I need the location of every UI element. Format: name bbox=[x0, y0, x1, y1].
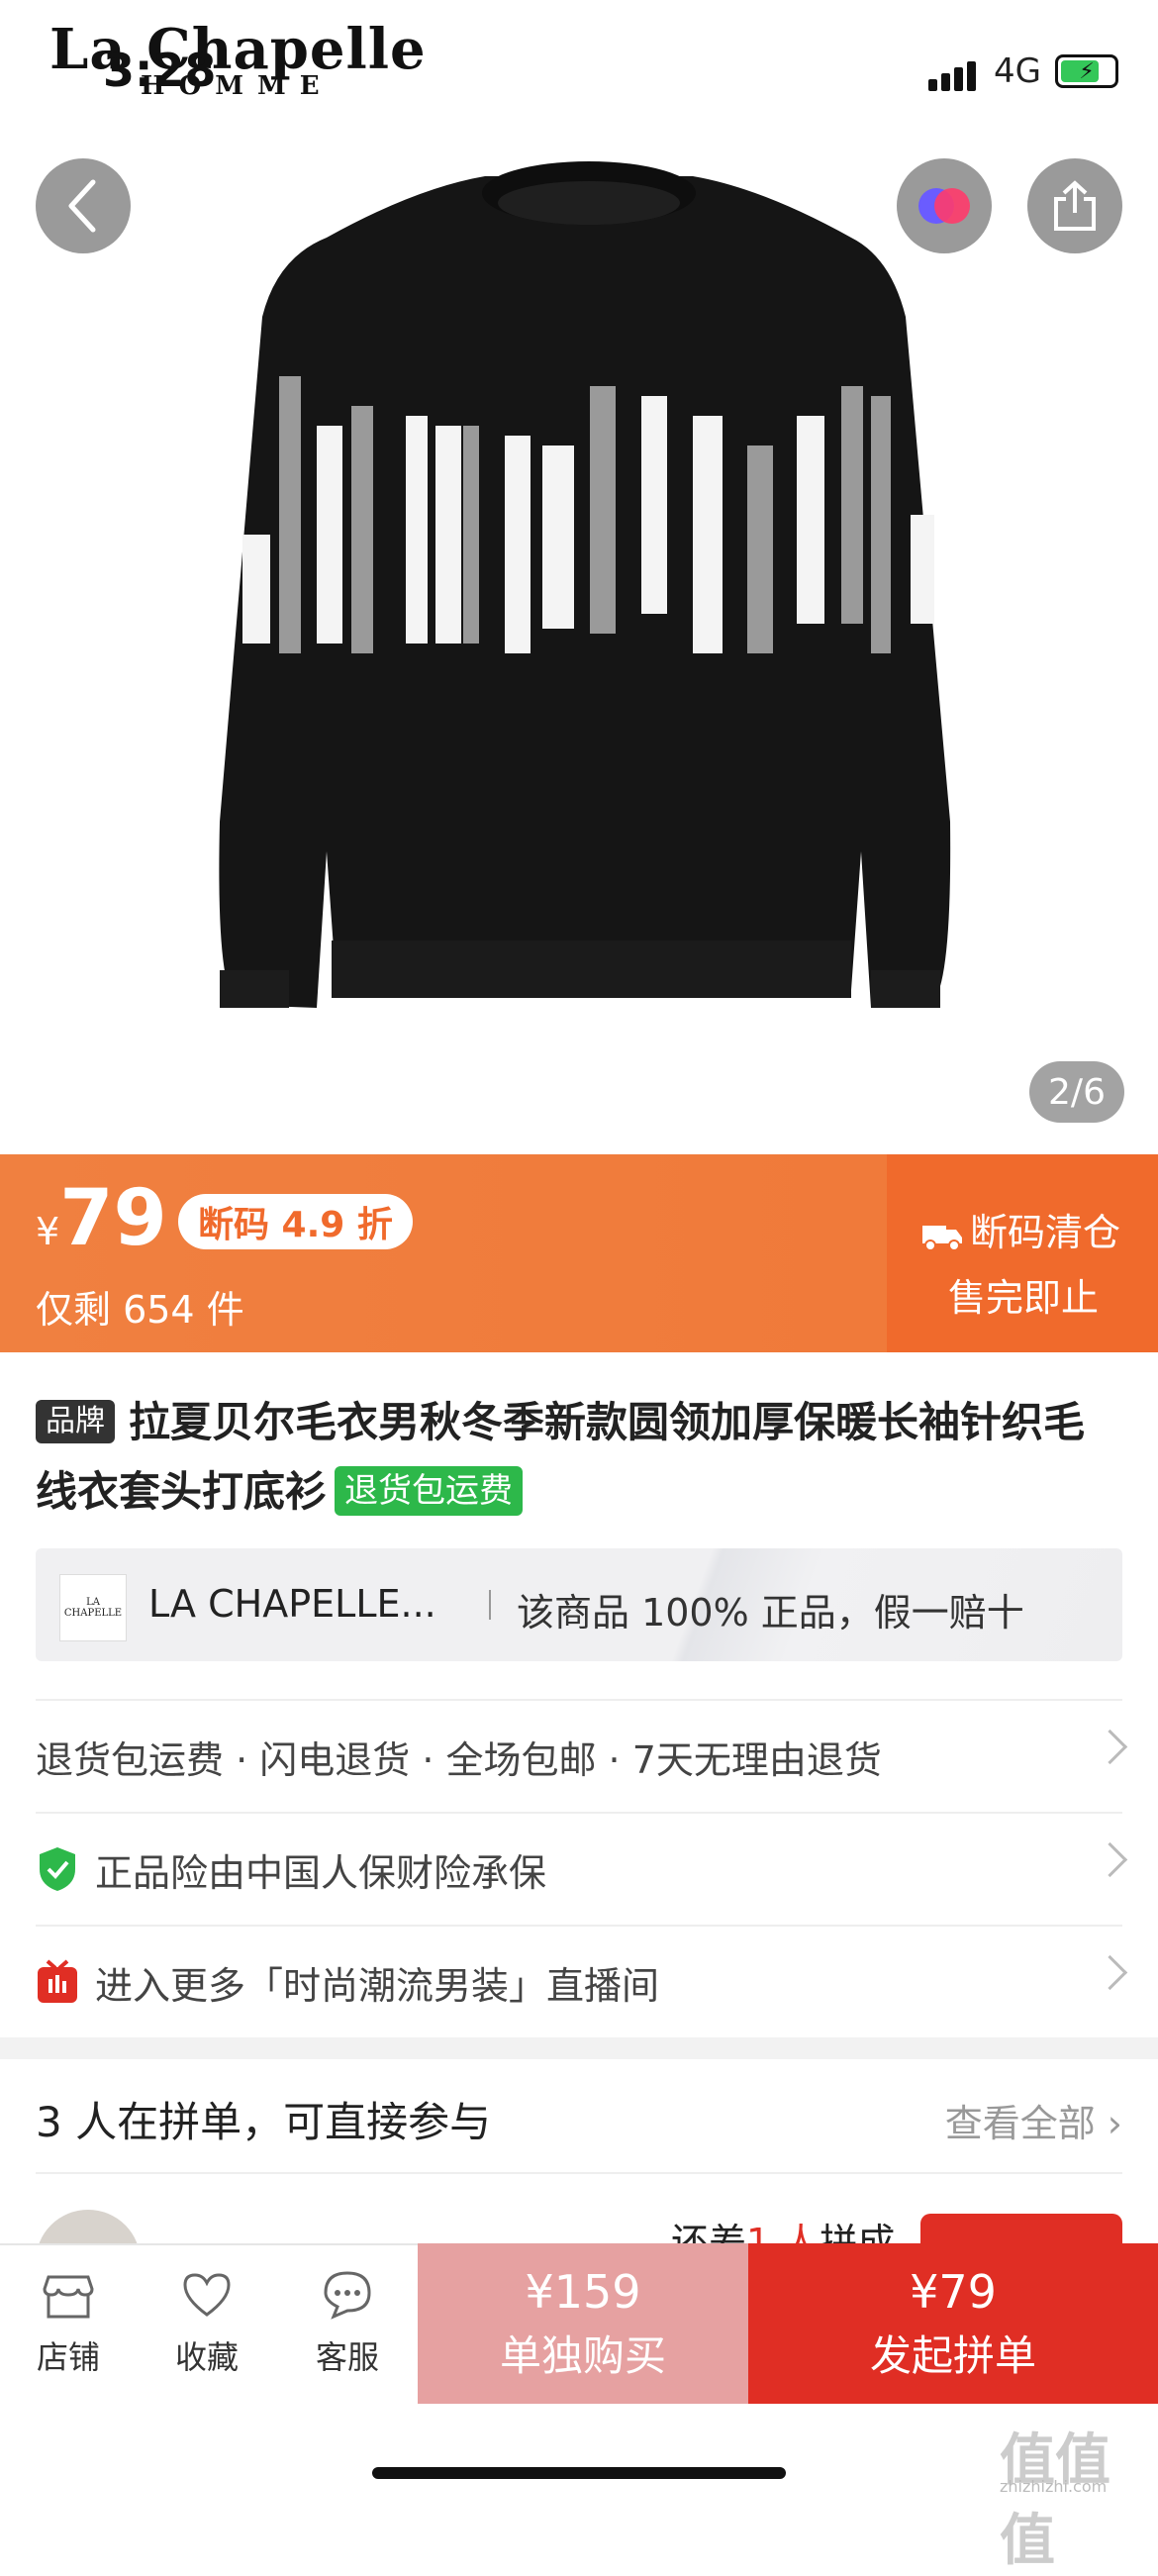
watermark-url: zhizhizhi.com bbox=[1000, 2477, 1108, 2496]
product-image bbox=[219, 161, 951, 1008]
signal-icon bbox=[928, 51, 980, 91]
services-row[interactable]: 退货包运费 · 闪电退货 · 全场包邮 · 7天无理由退货 bbox=[36, 1699, 1128, 1812]
clearance-line2: 售完即止 bbox=[948, 1276, 1100, 1320]
home-indicator bbox=[372, 2467, 786, 2479]
favorite-button[interactable]: 收藏 bbox=[152, 2267, 261, 2378]
live-room-text: 进入更多「时尚潮流男装」直播间 bbox=[95, 1963, 660, 2008]
section-separator bbox=[0, 2037, 1158, 2059]
view-all-link[interactable]: 查看全部 › bbox=[945, 2093, 1122, 2147]
favorite-label: 收藏 bbox=[174, 2338, 239, 2376]
status-time: 3:28 bbox=[103, 44, 217, 97]
insurance-text: 正品险由中国人保财险承保 bbox=[95, 1850, 547, 1895]
share-icon bbox=[1054, 180, 1096, 231]
solo-label: 单独购买 bbox=[499, 2330, 666, 2380]
store-icon bbox=[43, 2275, 94, 2319]
back-button[interactable] bbox=[36, 158, 131, 253]
service-label: 客服 bbox=[315, 2338, 379, 2376]
battery-icon: ⚡ bbox=[1055, 54, 1118, 88]
chevron-left-icon bbox=[68, 179, 96, 233]
live-room-row[interactable]: 进入更多「时尚潮流男装」直播间 bbox=[36, 1925, 1128, 2037]
buy-alone-button[interactable]: ¥159 单独购买 bbox=[418, 2243, 748, 2404]
insurance-row[interactable]: 正品险由中国人保财险承保 bbox=[36, 1812, 1128, 1925]
stock-text: 仅剩 654 件 bbox=[36, 1288, 244, 1332]
price-value: 79 bbox=[59, 1174, 167, 1263]
clearance-title: 断码清仓 bbox=[920, 1202, 1120, 1256]
services-text: 退货包运费 · 闪电退货 · 全场包邮 · 7天无理由退货 bbox=[36, 1737, 882, 1782]
chevron-right-icon bbox=[1092, 1841, 1128, 1878]
return-shipping-tag: 退货包运费 bbox=[335, 1465, 524, 1516]
product-image-carousel[interactable]: La Chapelle HOMME 3:28 4G ⚡ 2/6 bbox=[0, 0, 1158, 1154]
shop-button[interactable]: 店铺 bbox=[14, 2267, 123, 2378]
chevron-right-icon: › bbox=[1095, 2102, 1122, 2145]
share-button[interactable] bbox=[1027, 158, 1122, 253]
merge-button[interactable] bbox=[897, 158, 992, 253]
status-bar-right: 4G ⚡ bbox=[928, 51, 1118, 91]
price-currency: ¥ bbox=[36, 1210, 60, 1253]
authenticity-claim: 该商品 100% 正品，假一赔十 bbox=[517, 1591, 1024, 1635]
divider bbox=[36, 2172, 1122, 2174]
divider bbox=[489, 1590, 491, 1620]
truck-icon bbox=[922, 1225, 962, 1251]
clearance-line1: 断码清仓 bbox=[970, 1211, 1121, 1254]
shield-check-icon bbox=[40, 1847, 75, 1891]
shop-label: 店铺 bbox=[36, 2338, 100, 2376]
chat-bubble-icon bbox=[324, 2271, 371, 2320]
price: ¥79 bbox=[36, 1174, 167, 1263]
group-price: ¥79 bbox=[910, 2264, 997, 2319]
live-tv-icon bbox=[38, 1959, 77, 2003]
group-buy-title: 3 人在拼单，可直接参与 bbox=[36, 2098, 492, 2146]
image-counter: 2/6 bbox=[1029, 1061, 1124, 1123]
brand-tag: 品牌 bbox=[36, 1399, 115, 1443]
store-name: LA CHAPELLE... bbox=[148, 1582, 436, 1626]
store-logo: LA CHAPELLE bbox=[59, 1574, 127, 1641]
heart-icon bbox=[183, 2273, 231, 2317]
group-label: 发起拼单 bbox=[869, 2330, 1036, 2380]
two-circles-icon bbox=[918, 188, 970, 224]
network-label: 4G bbox=[994, 51, 1041, 91]
start-group-button[interactable]: ¥79 发起拼单 bbox=[748, 2243, 1158, 2404]
watermark: 值值值 bbox=[1000, 2428, 1110, 2573]
view-all-label: 查看全部 bbox=[944, 2102, 1096, 2145]
customer-service-button[interactable]: 客服 bbox=[293, 2267, 402, 2378]
solo-price: ¥159 bbox=[525, 2264, 641, 2319]
discount-badge: 断码 4.9 折 bbox=[178, 1194, 413, 1249]
product-title-block: 品牌 拉夏贝尔毛衣男秋冬季新款圆领加厚保暖长袖针织毛线衣套头打底衫 退货包运费 bbox=[36, 1388, 1124, 1527]
chevron-right-icon bbox=[1092, 1954, 1128, 1991]
chevron-right-icon bbox=[1092, 1729, 1128, 1765]
product-title: 拉夏贝尔毛衣男秋冬季新款圆领加厚保暖长袖针织毛线衣套头打底衫 bbox=[36, 1398, 1086, 1516]
